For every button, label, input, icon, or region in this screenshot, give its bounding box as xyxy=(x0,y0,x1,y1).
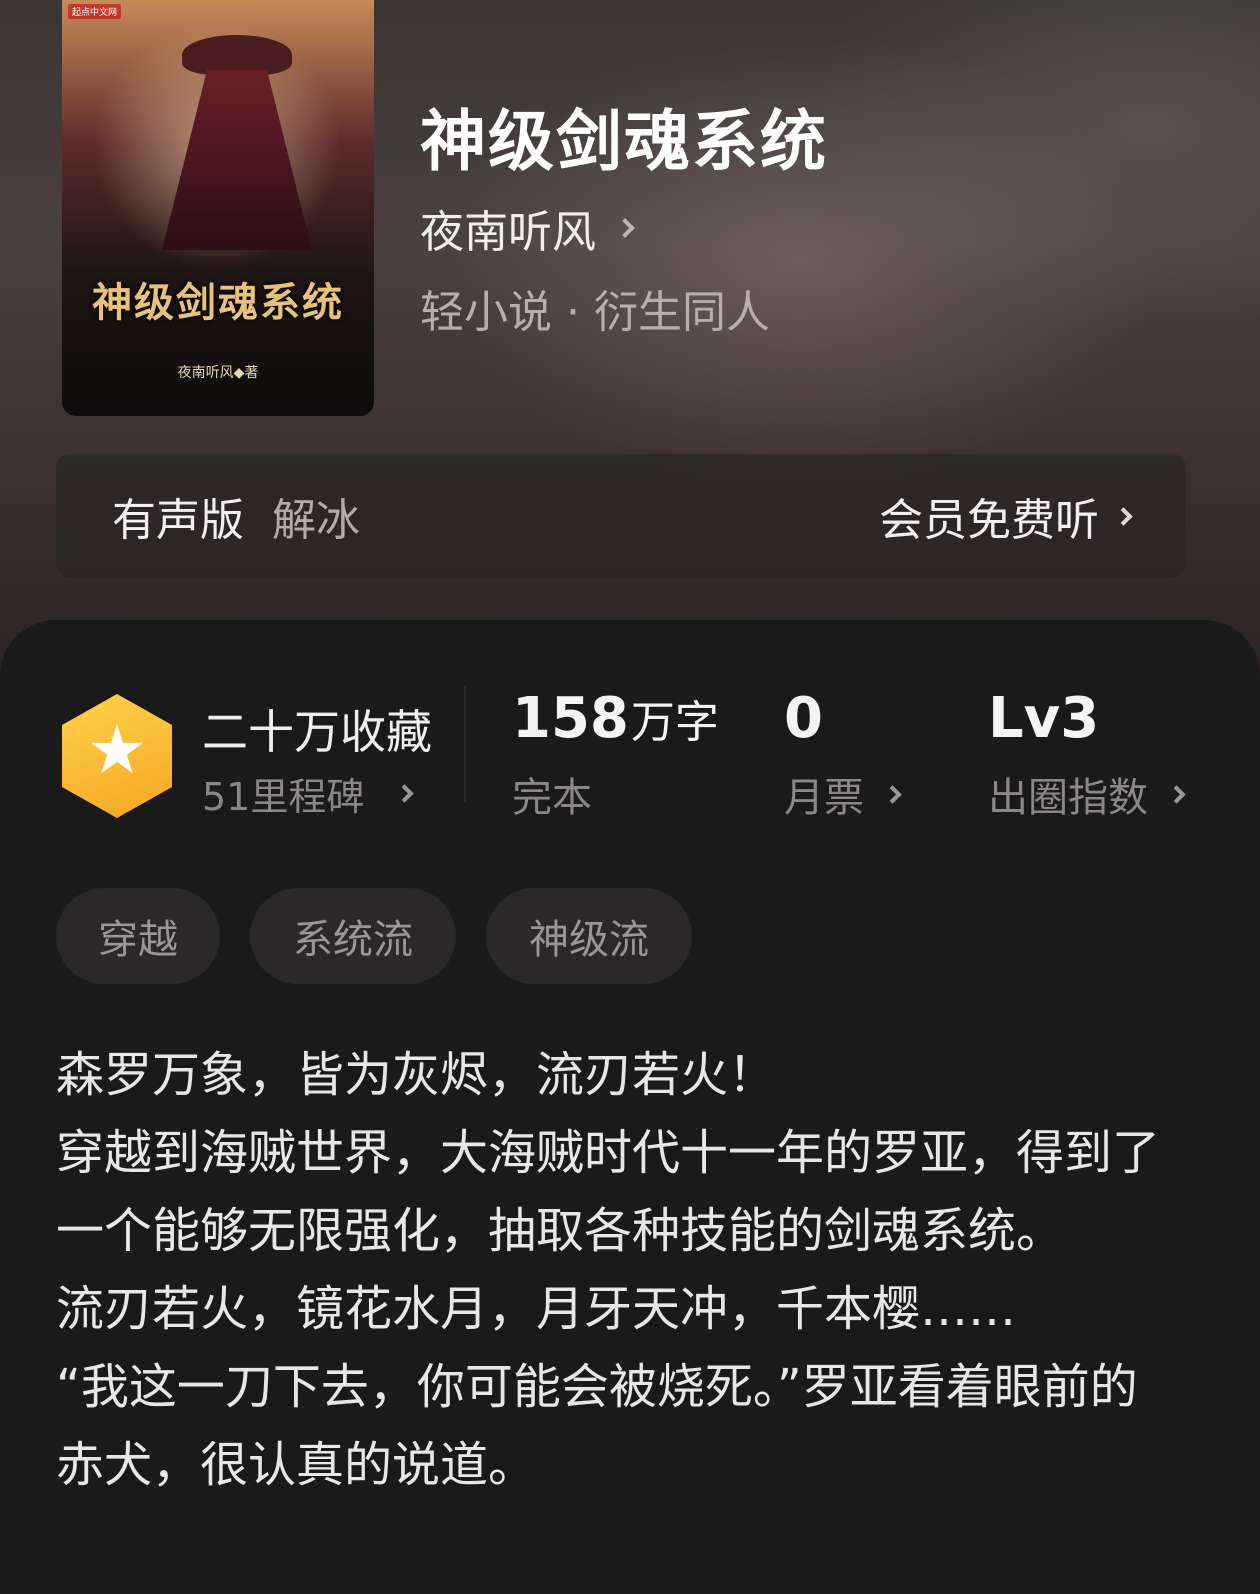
description-paragraph: 流刃若火，镜花水月，月牙天冲，千本樱…… xyxy=(56,1281,1017,1337)
description-paragraph: 森罗万象，皆为灰烬，流刃若火！ xyxy=(56,1047,777,1103)
author-name: 夜南听风 xyxy=(420,207,596,258)
description-paragraph: “我这一刀下去，你可能会被烧死。”罗亚看着眼前的赤犬，很认真的说道。 xyxy=(56,1359,1138,1493)
word-count-stat: 158 万字 完本 xyxy=(512,686,719,823)
audio-label: 有声版 xyxy=(112,495,244,546)
tag-chip[interactable]: 穿越 xyxy=(56,888,220,984)
author-link[interactable]: 夜南听风 xyxy=(420,196,635,260)
popularity-level-value: Lv3 xyxy=(988,686,1100,751)
chevron-right-icon xyxy=(883,784,902,804)
audio-version-bar[interactable]: 有声版 解冰 会员免费听 xyxy=(56,454,1186,578)
popularity-index-label: 出圈指数 xyxy=(988,775,1148,821)
popularity-index-stat[interactable]: Lv3 出圈指数 xyxy=(988,686,1186,823)
completion-status: 完本 xyxy=(512,775,592,821)
cover-figure-hat xyxy=(182,35,292,75)
tag-list: 穿越 系统流 神级流 xyxy=(56,888,722,984)
book-title: 神级剑魂系统 xyxy=(420,103,828,180)
book-cover[interactable]: 起点中文网 神级剑魂系统 夜南听风◆著 xyxy=(62,0,374,416)
milestones-label: 51里程碑 xyxy=(202,775,365,819)
cover-author-line: 夜南听风◆著 xyxy=(177,365,259,381)
book-genre: 轻小说 · 衍生同人 xyxy=(420,287,770,338)
chevron-right-icon xyxy=(1114,506,1133,526)
chevron-right-icon xyxy=(615,218,635,238)
member-free-listen-button[interactable]: 会员免费听 xyxy=(879,484,1133,548)
stats-divider xyxy=(464,686,466,802)
cover-publisher-badge: 起点中文网 xyxy=(68,4,122,19)
word-count-unit: 万字 xyxy=(630,697,719,748)
monthly-votes-stat[interactable]: 0 月票 xyxy=(784,686,902,823)
monthly-votes-label: 月票 xyxy=(784,775,864,821)
tag-chip[interactable]: 系统流 xyxy=(250,888,456,984)
book-description[interactable]: 森罗万象，皆为灰烬，流刃若火！ 穿越到海贼世界，大海贼时代十一年的罗亚，得到了一… xyxy=(56,1036,1166,1504)
tag-chip[interactable]: 神级流 xyxy=(486,888,692,984)
favorites-badge[interactable] xyxy=(62,694,172,818)
milestones-link[interactable]: 51里程碑 xyxy=(202,766,415,821)
chevron-right-icon xyxy=(395,784,415,803)
member-free-listen-label: 会员免费听 xyxy=(879,495,1099,546)
favorites-count: 二十万收藏 xyxy=(202,705,432,759)
description-paragraph: 穿越到海贼世界，大海贼时代十一年的罗亚，得到了一个能够无限强化，抽取各种技能的剑… xyxy=(56,1125,1161,1259)
monthly-votes-value: 0 xyxy=(784,686,823,751)
word-count-value: 158 xyxy=(512,686,629,751)
audio-narrator: 解冰 xyxy=(272,495,360,546)
cover-title-art: 神级剑魂系统 xyxy=(92,279,344,326)
chevron-right-icon xyxy=(1167,784,1186,804)
